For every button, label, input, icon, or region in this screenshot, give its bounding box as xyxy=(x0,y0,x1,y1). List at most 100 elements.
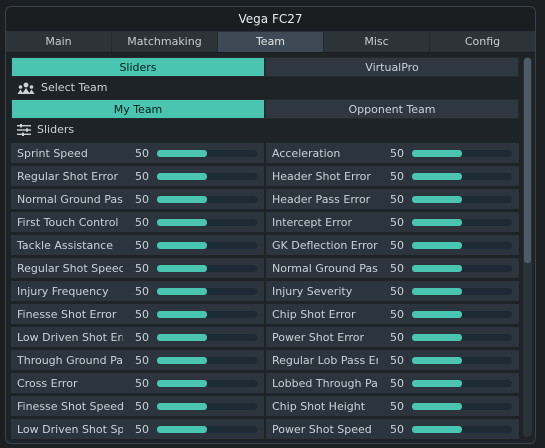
slider-track[interactable] xyxy=(157,425,257,433)
slider-row: Chip Shot Height 50 xyxy=(266,396,519,416)
slider-track[interactable] xyxy=(412,356,512,364)
slider-row: Regular Lob Pass Err 50 xyxy=(266,350,519,370)
sliders-icon xyxy=(17,124,31,136)
slider-label: Power Shot Speed xyxy=(272,422,372,436)
slider-label: Injury Severity xyxy=(272,284,353,298)
my-team-button[interactable]: My Team xyxy=(11,99,265,119)
slider-row: Chip Shot Error 50 xyxy=(266,304,519,324)
slider-track[interactable] xyxy=(412,287,512,295)
slider-label: Regular Lob Pass Err xyxy=(272,353,378,367)
slider-track[interactable] xyxy=(412,172,512,180)
slider-track[interactable] xyxy=(157,172,257,180)
slider-track[interactable] xyxy=(412,425,512,433)
slider-label: Acceleration xyxy=(272,146,341,160)
slider-fill xyxy=(412,333,462,341)
slider-row: Through Ground Pas 50 xyxy=(11,350,264,370)
slider-fill xyxy=(157,264,207,272)
slider-label: Low Driven Shot Erro xyxy=(17,330,123,344)
slider-track[interactable] xyxy=(412,310,512,318)
tab-matchmaking[interactable]: Matchmaking xyxy=(112,32,218,52)
slider-track[interactable] xyxy=(157,287,257,295)
slider-fill xyxy=(157,172,207,180)
sliders-header: Sliders xyxy=(11,119,519,141)
slider-row: Header Pass Error 50 xyxy=(266,189,519,209)
slider-label: Intercept Error xyxy=(272,215,352,229)
scrollbar-thumb[interactable] xyxy=(524,58,531,263)
slider-row: GK Deflection Error 50 xyxy=(266,235,519,255)
slider-label: Finesse Shot Speed xyxy=(17,399,123,413)
slider-label: Through Ground Pas xyxy=(17,353,123,367)
slider-label: Normal Ground Pass xyxy=(17,192,123,206)
slider-row: Regular Shot Error 50 xyxy=(11,166,264,186)
slider-row: Power Shot Speed 50 xyxy=(266,419,519,439)
slider-track[interactable] xyxy=(157,402,257,410)
slider-row: Lobbed Through Pas 50 xyxy=(266,373,519,393)
slider-track[interactable] xyxy=(157,310,257,318)
slider-track[interactable] xyxy=(412,402,512,410)
slider-value: 50 xyxy=(135,399,149,413)
slider-fill xyxy=(157,310,207,318)
sliders-mode-button[interactable]: Sliders xyxy=(11,57,265,77)
slider-row: Injury Severity 50 xyxy=(266,281,519,301)
slider-track[interactable] xyxy=(412,264,512,272)
slider-row: Header Shot Error 50 xyxy=(266,166,519,186)
team-icon xyxy=(17,81,35,95)
slider-value: 50 xyxy=(135,192,149,206)
slider-value: 50 xyxy=(135,353,149,367)
virtualpro-mode-button[interactable]: VirtualPro xyxy=(265,57,519,77)
opponent-team-button[interactable]: Opponent Team xyxy=(265,99,519,119)
slider-fill xyxy=(157,241,207,249)
slider-track[interactable] xyxy=(157,149,257,157)
slider-fill xyxy=(157,287,207,295)
slider-value: 50 xyxy=(135,422,149,436)
slider-label: Tackle Assistance xyxy=(17,238,113,252)
slider-track[interactable] xyxy=(157,218,257,226)
slider-fill xyxy=(157,402,207,410)
select-team-label: Select Team xyxy=(41,81,108,94)
select-team-header: Select Team xyxy=(11,77,519,99)
slider-label: Chip Shot Error xyxy=(272,307,356,321)
team-switch: My Team Opponent Team xyxy=(11,99,519,119)
slider-value: 50 xyxy=(390,422,404,436)
slider-track[interactable] xyxy=(157,379,257,387)
slider-label: Lobbed Through Pas xyxy=(272,376,378,390)
slider-value: 50 xyxy=(135,376,149,390)
app-window: Vega FC27 Main Matchmaking Team Misc Con… xyxy=(5,6,536,444)
slider-row: Finesse Shot Error 50 xyxy=(11,304,264,324)
slider-track[interactable] xyxy=(412,241,512,249)
slider-track[interactable] xyxy=(412,333,512,341)
slider-value: 50 xyxy=(390,215,404,229)
slider-track[interactable] xyxy=(157,195,257,203)
slider-fill xyxy=(412,310,462,318)
tab-misc[interactable]: Misc xyxy=(324,32,430,52)
slider-track[interactable] xyxy=(412,379,512,387)
slider-row: Finesse Shot Speed 50 xyxy=(11,396,264,416)
slider-value: 50 xyxy=(390,238,404,252)
slider-row: Acceleration 50 xyxy=(266,143,519,163)
slider-fill xyxy=(412,195,462,203)
slider-track[interactable] xyxy=(412,149,512,157)
slider-track[interactable] xyxy=(157,333,257,341)
slider-fill xyxy=(412,402,462,410)
tab-config[interactable]: Config xyxy=(430,32,535,52)
slider-value: 50 xyxy=(135,169,149,183)
slider-label: Finesse Shot Error xyxy=(17,307,117,321)
tab-main[interactable]: Main xyxy=(6,32,112,52)
slider-row: Cross Error 50 xyxy=(11,373,264,393)
slider-fill xyxy=(412,218,462,226)
slider-fill xyxy=(412,425,462,433)
slider-label: Normal Ground Pass xyxy=(272,261,378,275)
slider-label: GK Deflection Error xyxy=(272,238,378,252)
slider-label: Low Driven Shot Spe xyxy=(17,422,123,436)
slider-track[interactable] xyxy=(157,264,257,272)
slider-value: 50 xyxy=(390,284,404,298)
slider-track[interactable] xyxy=(157,356,257,364)
slider-track[interactable] xyxy=(412,195,512,203)
vertical-scrollbar[interactable] xyxy=(523,57,532,437)
slider-row: Low Driven Shot Erro 50 xyxy=(11,327,264,347)
slider-value: 50 xyxy=(135,284,149,298)
slider-value: 50 xyxy=(390,376,404,390)
slider-track[interactable] xyxy=(157,241,257,249)
tab-team[interactable]: Team xyxy=(218,32,324,52)
slider-track[interactable] xyxy=(412,218,512,226)
